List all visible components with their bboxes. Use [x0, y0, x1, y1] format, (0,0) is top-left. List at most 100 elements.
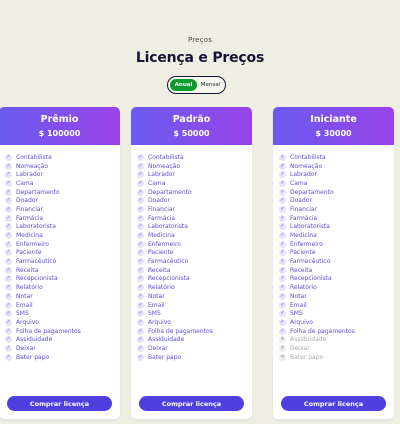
- feature-label: Farmácia: [16, 214, 44, 222]
- check-icon: ✓: [279, 284, 286, 292]
- feature-label: Cama: [290, 179, 308, 187]
- check-icon: ✓: [5, 188, 12, 196]
- check-icon: ✓: [5, 205, 12, 213]
- feature-label: Relatório: [290, 284, 317, 292]
- check-icon: ✓: [137, 223, 144, 231]
- plan-card-iniciante: Iniciante $ 30000 ✓ Contabilista ✓ Nomeação…: [273, 107, 394, 419]
- feature-label: Paciente: [148, 249, 174, 257]
- feature-item: ✓ Farmacêutico: [5, 257, 120, 266]
- plan-card-header: Prêmio $ 100000: [0, 107, 120, 145]
- feature-item: ✓ Enfermeiro: [279, 240, 394, 249]
- check-icon: ✓: [137, 197, 144, 205]
- check-icon: ✓: [279, 249, 286, 257]
- feature-item: ✓ Deixar: [5, 344, 120, 353]
- feature-label: Relatório: [16, 284, 43, 292]
- check-icon: ✓: [279, 327, 286, 335]
- check-icon: ✓: [279, 197, 286, 205]
- plan-name: Padrão: [172, 114, 211, 125]
- feature-item: ✓ Folha de pagamentos: [279, 327, 394, 336]
- feature-label: Assiduidade: [148, 336, 185, 344]
- feature-label: Doador: [16, 197, 38, 205]
- feature-item: ✕ Deixar: [279, 344, 394, 353]
- feature-label: Departamento: [148, 188, 192, 196]
- feature-label: Financiar: [148, 205, 176, 213]
- feature-label: Doador: [148, 197, 170, 205]
- check-icon: ✓: [5, 310, 12, 318]
- billing-period-toggle[interactable]: Anual Mensal: [167, 76, 226, 94]
- check-icon: ✓: [5, 162, 12, 170]
- check-icon: ✓: [137, 258, 144, 266]
- check-icon: ✓: [279, 301, 286, 309]
- cross-icon: ✕: [279, 353, 286, 361]
- check-icon: ✓: [137, 240, 144, 248]
- feature-label: Enfermeiro: [16, 240, 49, 248]
- check-icon: ✓: [279, 205, 286, 213]
- check-icon: ✓: [137, 214, 144, 222]
- plan-card-header: Iniciante $ 30000: [273, 107, 394, 145]
- feature-item: ✓ Medicina: [279, 231, 394, 240]
- feature-item: ✓ Laboratorista: [137, 223, 252, 232]
- feature-label: Cama: [16, 179, 34, 187]
- feature-label: Cama: [148, 179, 166, 187]
- toggle-option-anual[interactable]: Anual: [170, 79, 197, 91]
- buy-license-button[interactable]: Comprar licença: [281, 396, 386, 411]
- check-icon: ✓: [5, 292, 12, 300]
- feature-label: Labrador: [148, 171, 175, 179]
- feature-label: Nomeação: [290, 162, 323, 170]
- feature-label: Receita: [16, 266, 39, 274]
- feature-label: Farmacêutico: [148, 258, 189, 266]
- check-icon: ✓: [279, 179, 286, 187]
- cross-icon: ✕: [279, 344, 286, 352]
- check-icon: ✓: [279, 153, 286, 161]
- feature-label: Enfermeiro: [148, 240, 181, 248]
- feature-label: Receita: [290, 266, 313, 274]
- feature-label: Medicina: [148, 232, 175, 240]
- check-icon: ✓: [5, 353, 12, 361]
- check-icon: ✓: [5, 179, 12, 187]
- check-icon: ✓: [137, 284, 144, 292]
- plan-card-premio: Prêmio $ 100000 ✓ Contabilista ✓ Nomeação ✓ L…: [0, 107, 120, 419]
- toggle-option-mensal[interactable]: Mensal: [197, 79, 224, 91]
- check-icon: ✓: [137, 353, 144, 361]
- feature-label: Arquivo: [290, 318, 313, 326]
- feature-label: Nomeação: [148, 162, 181, 170]
- feature-item: ✓ Email: [279, 301, 394, 310]
- check-icon: ✓: [5, 249, 12, 257]
- check-icon: ✓: [137, 327, 144, 335]
- check-icon: ✓: [279, 292, 286, 300]
- feature-item: ✓ Arquivo: [5, 318, 120, 327]
- feature-item: ✓ Deixar: [137, 344, 252, 353]
- check-icon: ✓: [5, 153, 12, 161]
- feature-label: Bater papo: [290, 353, 324, 361]
- feature-item: ✓ Recepcionista: [279, 275, 394, 284]
- plan-card-padrao: Padrão $ 50000 ✓ Contabilista ✓ Nomeação ✓ La…: [131, 107, 252, 419]
- buy-license-button[interactable]: Comprar licença: [139, 396, 244, 411]
- check-icon: ✓: [279, 258, 286, 266]
- feature-label: Paciente: [16, 249, 42, 257]
- feature-label: Notar: [16, 292, 33, 300]
- feature-label: SMS: [290, 310, 303, 318]
- feature-item: ✓ Notar: [5, 292, 120, 301]
- buy-license-button[interactable]: Comprar licença: [7, 396, 112, 411]
- feature-item: ✓ Email: [137, 301, 252, 310]
- feature-label: Laboratorista: [16, 223, 56, 231]
- check-icon: ✓: [5, 214, 12, 222]
- feature-label: Folha de pagamentos: [148, 327, 213, 335]
- check-icon: ✓: [137, 336, 144, 344]
- feature-item: ✓ Departamento: [137, 188, 252, 197]
- feature-item: ✓ Farmácia: [279, 214, 394, 223]
- feature-label: Farmácia: [148, 214, 176, 222]
- feature-item: ✓ Departamento: [5, 188, 120, 197]
- feature-item: ✓ Financiar: [279, 205, 394, 214]
- feature-label: Contabilista: [290, 153, 326, 161]
- feature-label: Paciente: [290, 249, 316, 257]
- feature-item: ✓ Nomeação: [137, 162, 252, 171]
- check-icon: ✓: [279, 188, 286, 196]
- check-icon: ✓: [137, 310, 144, 318]
- plan-price: $ 30000: [315, 129, 352, 138]
- feature-label: Labrador: [16, 171, 43, 179]
- feature-item: ✕ Assiduidade: [279, 335, 394, 344]
- feature-item: ✓ Cama: [137, 179, 252, 188]
- feature-item: ✓ Arquivo: [279, 318, 394, 327]
- feature-item: ✓ Receita: [137, 266, 252, 275]
